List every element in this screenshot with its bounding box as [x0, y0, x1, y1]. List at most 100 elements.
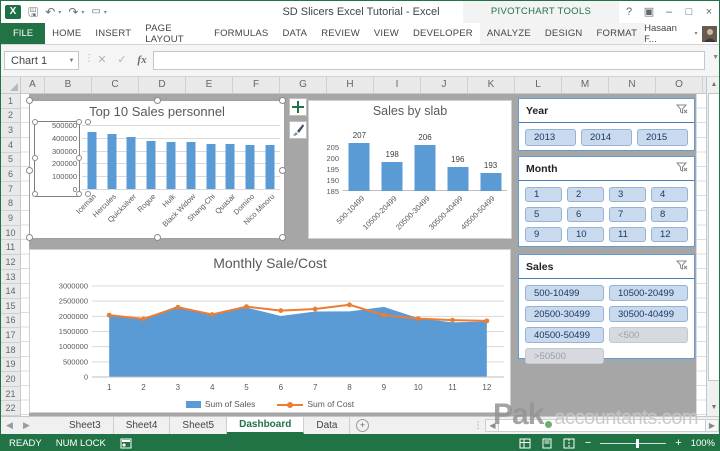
bar-quasar[interactable] [225, 143, 235, 189]
horizontal-scroll-thumb[interactable] [498, 420, 706, 431]
column-header-I[interactable]: I [374, 77, 421, 93]
bar-rogue[interactable] [146, 141, 156, 189]
bar-30500-40499[interactable] [447, 166, 469, 191]
normal-view-icon[interactable] [519, 437, 532, 449]
column-header-H[interactable]: H [327, 77, 374, 93]
chart-selection-handle[interactable] [279, 234, 286, 241]
chart-sales-by-slab[interactable]: Sales by slab 185 190 195 200 205 207 198 206 1… [308, 100, 512, 239]
row-header-1[interactable]: 1 [1, 94, 20, 109]
scroll-down-icon[interactable]: ▼ [708, 401, 719, 415]
bar-20500-30499[interactable] [414, 144, 436, 191]
slicer-item-2015[interactable]: 2015 [637, 129, 688, 146]
row-header-20[interactable]: 20 [1, 372, 20, 387]
slicer-year[interactable]: Year 2013 2014 2015 [518, 98, 695, 151]
sheet-tab-sheet3[interactable]: Sheet3 [57, 417, 114, 434]
tab-review[interactable]: REVIEW [314, 23, 367, 44]
bar-shang-chi[interactable] [206, 143, 216, 189]
slicer-item-2[interactable]: 2 [567, 187, 604, 202]
scroll-right-icon[interactable]: ▶ [706, 421, 718, 430]
add-chart-element-button[interactable] [289, 98, 307, 116]
bar-hulk[interactable] [166, 141, 176, 189]
slicer-item-10[interactable]: 10 [567, 227, 604, 242]
column-header-O[interactable]: O [656, 77, 703, 93]
enter-icon[interactable]: ✓ [113, 51, 131, 70]
chart-selection-handle[interactable] [279, 167, 286, 174]
chart-styles-button[interactable] [289, 121, 307, 139]
tab-design[interactable]: DESIGN [538, 23, 590, 44]
column-header-G[interactable]: G [280, 77, 327, 93]
row-header-9[interactable]: 9 [1, 211, 20, 226]
sheet-tab-data[interactable]: Data [304, 417, 351, 434]
row-header-14[interactable]: 14 [1, 284, 20, 299]
help-button[interactable]: ? [619, 1, 639, 23]
axis-selection-handle[interactable] [76, 155, 82, 161]
vertical-scrollbar[interactable]: ▲ ▼ [706, 77, 719, 416]
sheet-tab-dashboard[interactable]: Dashboard [227, 417, 305, 434]
formula-bar-expand-icon[interactable]: ▼ [712, 54, 719, 61]
row-header-12[interactable]: 12 [1, 255, 20, 270]
page-break-view-icon[interactable] [563, 437, 576, 449]
row-header-13[interactable]: 13 [1, 270, 20, 285]
zoom-in-icon[interactable]: + [675, 438, 681, 449]
row-header-17[interactable]: 17 [1, 328, 20, 343]
axis-selection-handle[interactable] [76, 119, 82, 125]
chart-selection-handle[interactable] [154, 97, 161, 104]
zoom-slider[interactable] [600, 438, 667, 448]
new-sheet-button[interactable]: + [350, 417, 374, 434]
slicer-sales[interactable]: Sales 500-10499 10500-20499 20500-30499 3050… [518, 254, 695, 364]
sheet-nav-next-icon[interactable]: ▶ [18, 417, 35, 434]
zoom-out-icon[interactable]: − [585, 438, 591, 449]
row-header-2[interactable]: 2 [1, 109, 20, 124]
vertical-scroll-thumb[interactable] [708, 93, 719, 381]
row-header-16[interactable]: 16 [1, 314, 20, 329]
row-header-8[interactable]: 8 [1, 196, 20, 212]
insert-function-icon[interactable]: fx [133, 51, 151, 70]
slicer-item-50500[interactable]: >50500 [525, 348, 604, 364]
column-header-E[interactable]: E [186, 77, 233, 93]
row-header-7[interactable]: 7 [1, 182, 20, 197]
slicer-item-4[interactable]: 4 [651, 187, 688, 202]
chart-selection-handle[interactable] [26, 97, 33, 104]
scroll-up-icon[interactable]: ▲ [708, 78, 719, 92]
row-header-10[interactable]: 10 [1, 226, 20, 241]
tab-splitter[interactable]: ⋮ [470, 417, 485, 434]
name-box[interactable]: Chart 1 [4, 51, 66, 70]
slicer-item-11[interactable]: 11 [609, 227, 646, 242]
ribbon-display-button[interactable]: ▣ [639, 1, 659, 23]
column-header-N[interactable]: N [609, 77, 656, 93]
slicer-item-7[interactable]: 7 [609, 207, 646, 222]
row-header-3[interactable]: 3 [1, 123, 20, 138]
tab-developer[interactable]: DEVELOPER [406, 23, 480, 44]
tab-formulas[interactable]: FORMULAS [207, 23, 275, 44]
user-dropdown-icon[interactable]: ▾ [695, 30, 698, 37]
bar-500-10499[interactable] [348, 142, 370, 191]
bar-40500-50499[interactable] [480, 173, 502, 191]
zoom-slider-thumb[interactable] [636, 438, 640, 448]
axis-selection-handle[interactable] [85, 191, 91, 197]
slicer-item-10500-20499[interactable]: 10500-20499 [609, 285, 688, 301]
user-account[interactable]: Hasaan F... ▾ [644, 23, 719, 45]
bar-hercules[interactable] [107, 133, 117, 189]
sheet-nav-prev-icon[interactable]: ◀ [1, 417, 18, 434]
column-header-L[interactable]: L [515, 77, 562, 93]
axis-selection-handle[interactable] [32, 191, 38, 197]
bar-domino[interactable] [245, 144, 255, 189]
page-layout-view-icon[interactable] [541, 437, 554, 449]
value-axis-selected[interactable]: 500000 400000 300000 200000 100000 0 [32, 119, 91, 197]
slicer-item-3[interactable]: 3 [609, 187, 646, 202]
chart-selection-handle[interactable] [279, 97, 286, 104]
horizontal-scrollbar[interactable]: ◀ ▶ [485, 419, 719, 432]
clear-filter-icon[interactable] [675, 258, 688, 276]
slicer-item-500[interactable]: <500 [609, 327, 688, 343]
tab-view[interactable]: VIEW [367, 23, 406, 44]
column-header-B[interactable]: B [45, 77, 92, 93]
slicer-item-40500-50499[interactable]: 40500-50499 [525, 327, 604, 343]
bar-black-widow[interactable] [186, 141, 196, 189]
clear-filter-icon[interactable] [675, 102, 688, 120]
axis-selection-handle[interactable] [76, 191, 82, 197]
slicer-item-12[interactable]: 12 [651, 227, 688, 242]
slicer-item-20500-30499[interactable]: 20500-30499 [525, 306, 604, 322]
slicer-item-5[interactable]: 5 [525, 207, 562, 222]
axis-selection-handle[interactable] [85, 119, 91, 125]
tab-insert[interactable]: INSERT [88, 23, 138, 44]
